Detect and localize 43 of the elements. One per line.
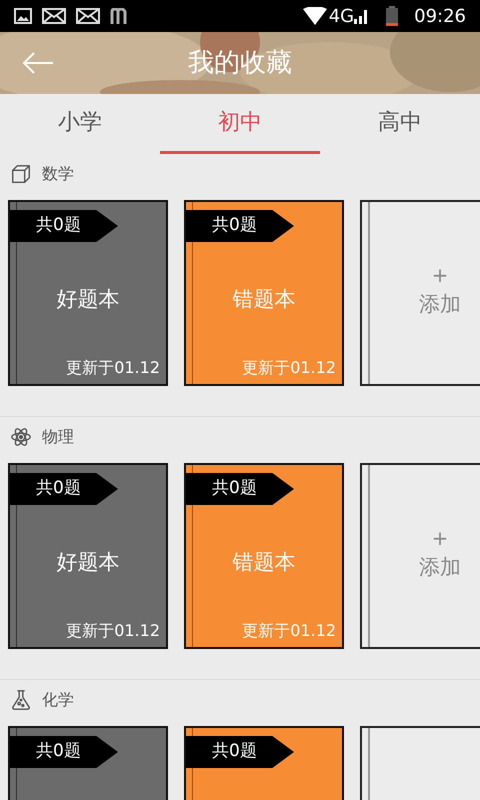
notebook-card[interactable]: 共0题 错题本 更新于01.12 [184,200,344,386]
notebook-card[interactable]: 共0题 好题本 更新于01.12 [8,200,168,386]
tab[interactable]: 高中 [320,94,480,154]
subject-label: 物理 [42,426,74,448]
add-label: 添加 [419,554,461,582]
back-arrow-icon [21,51,55,75]
mail-icon [76,8,100,24]
mail-icon [42,8,66,24]
cube-icon [10,163,32,185]
question-count-tag: 共0题 [10,210,118,242]
notebook-card[interactable]: 共0题 [184,726,344,800]
update-date: 更新于01.12 [242,620,336,642]
question-count-tag: 共0题 [186,736,294,768]
update-date: 更新于01.12 [66,620,160,642]
notebook-title: 错题本 [232,286,296,313]
subject-label: 数学 [42,163,74,185]
flask-icon [10,689,32,711]
notebook-title: 好题本 [56,549,120,576]
question-count-tag: 共0题 [10,473,118,505]
notebook-card[interactable]: 共0题 [8,726,168,800]
plus-sign: + [432,265,448,286]
battery-icon [386,6,398,26]
signal-icon [354,8,368,24]
page-title: 我的收藏 [188,46,292,80]
notebook-card[interactable]: 共0题 好题本 更新于01.12 [8,463,168,649]
atom-icon [10,426,32,448]
notebook-title: 好题本 [56,286,120,313]
update-date: 更新于01.12 [242,357,336,379]
notebook-card[interactable]: 共0题 错题本 更新于01.12 [184,463,344,649]
clock: 09:26 [414,4,466,28]
add-label: 添加 [419,291,461,318]
question-count-tag: 共0题 [10,736,118,768]
notebook-title: 错题本 [232,549,296,576]
question-count-tag: 共0题 [186,210,294,242]
app-logo-icon [110,8,128,24]
question-count-tag: 共0题 [186,473,294,505]
wifi-icon [302,7,327,25]
tab[interactable]: 小学 [0,94,160,154]
plus-sign: + [432,528,448,548]
subject-label: 化学 [42,689,74,711]
image-icon [14,8,32,24]
update-date: 更新于01.12 [66,357,160,379]
network-type: 4G [328,4,354,28]
